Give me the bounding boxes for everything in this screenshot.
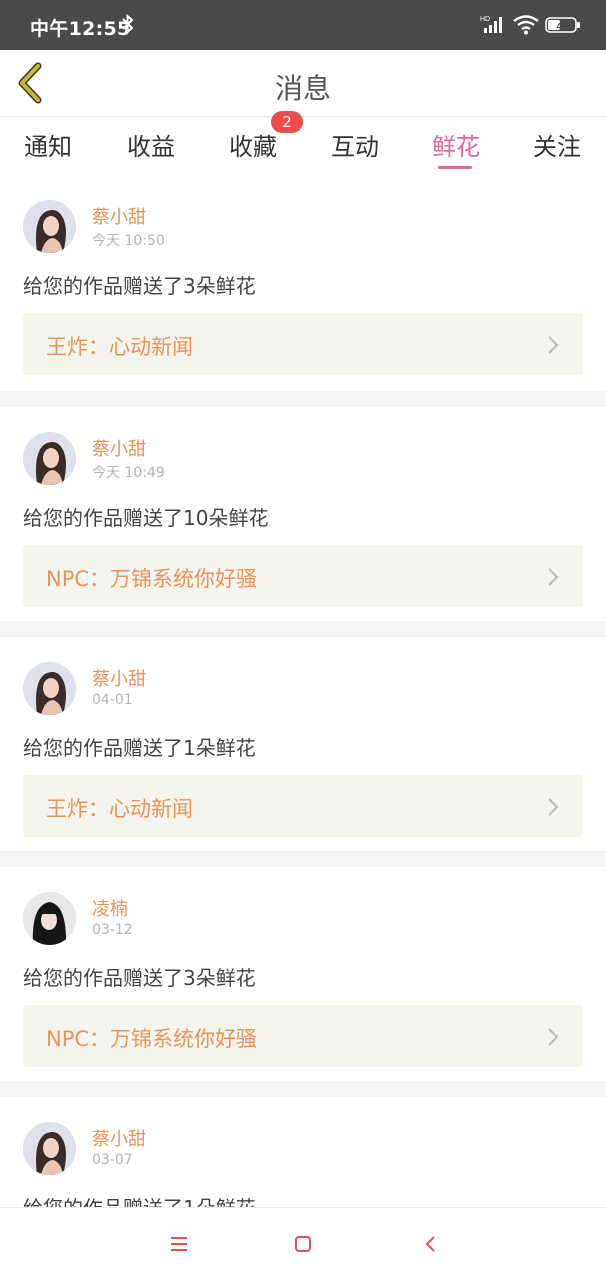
message-card: 凌楠 03-12 给您的作品赠送了3朵鲜花 NPC：万锦系统你好骚 bbox=[0, 867, 606, 1081]
work-title: NPC：万锦系统你好骚 bbox=[46, 1027, 258, 1051]
tab-favorites[interactable]: 收藏 2 bbox=[229, 111, 303, 162]
message-text: 给您的作品赠送了1朵鲜花 bbox=[23, 1192, 256, 1207]
status-time: 中午12:55 bbox=[30, 18, 131, 40]
tab-label: 通知 bbox=[24, 133, 72, 161]
sender-name[interactable]: 凌楠 bbox=[92, 895, 128, 921]
sender-name[interactable]: 蔡小甜 bbox=[92, 435, 146, 461]
message-card: 蔡小甜 今天 10:49 给您的作品赠送了10朵鲜花 NPC：万锦系统你好骚 bbox=[0, 407, 606, 621]
avatar[interactable] bbox=[23, 662, 76, 715]
hd-label: HD bbox=[480, 16, 490, 23]
work-title: 王炸：心动新闻 bbox=[46, 335, 193, 359]
message-list[interactable]: 蔡小甜 今天 10:50 给您的作品赠送了3朵鲜花 王炸：心动新闻 蔡小甜 今天… bbox=[0, 175, 606, 1207]
sender-name[interactable]: 蔡小甜 bbox=[92, 665, 146, 691]
message-card: 蔡小甜 03-07 给您的作品赠送了1朵鲜花 bbox=[0, 1097, 606, 1207]
sender-name[interactable]: 蔡小甜 bbox=[92, 203, 146, 229]
chevron-right-icon bbox=[548, 798, 559, 816]
avatar[interactable] bbox=[23, 1122, 76, 1175]
tab-label: 收益 bbox=[127, 133, 175, 161]
unread-badge: 2 bbox=[271, 111, 303, 133]
message-time: 今天 10:50 bbox=[92, 233, 165, 249]
work-link[interactable]: NPC：万锦系统你好骚 bbox=[23, 545, 583, 607]
work-title: NPC：万锦系统你好骚 bbox=[46, 567, 258, 591]
message-time: 04-01 bbox=[92, 692, 133, 708]
tab-notice[interactable]: 通知 bbox=[24, 127, 72, 162]
back-icon[interactable] bbox=[420, 1233, 442, 1255]
menu-icon[interactable] bbox=[168, 1233, 190, 1255]
tab-interaction[interactable]: 互动 bbox=[331, 127, 379, 162]
avatar[interactable] bbox=[23, 892, 76, 945]
message-time: 今天 10:49 bbox=[92, 465, 165, 481]
message-text: 给您的作品赠送了3朵鲜花 bbox=[23, 274, 256, 298]
tab-label: 互动 bbox=[331, 133, 379, 161]
chevron-right-icon bbox=[548, 568, 559, 586]
square-home-icon[interactable] bbox=[292, 1233, 314, 1255]
avatar[interactable] bbox=[23, 432, 76, 485]
tab-bar: 通知 收益 收藏 2 互动 鲜花 关注 bbox=[0, 111, 606, 175]
message-card: 蔡小甜 04-01 给您的作品赠送了1朵鲜花 王炸：心动新闻 bbox=[0, 637, 606, 851]
tab-follow[interactable]: 关注 bbox=[533, 127, 581, 162]
message-text: 给您的作品赠送了1朵鲜花 bbox=[23, 736, 256, 760]
work-link[interactable]: NPC：万锦系统你好骚 bbox=[23, 1005, 583, 1067]
active-tab-indicator bbox=[438, 166, 472, 169]
work-link[interactable]: 王炸：心动新闻 bbox=[23, 775, 583, 837]
status-bar: 中午12:55 HD 41 bbox=[0, 0, 606, 50]
message-time: 03-12 bbox=[92, 922, 133, 938]
chevron-right-icon bbox=[548, 1028, 559, 1046]
tab-label: 收藏 bbox=[229, 133, 277, 161]
tab-flowers[interactable]: 鲜花 bbox=[432, 127, 480, 169]
bluetooth-icon bbox=[122, 13, 134, 35]
message-time: 03-07 bbox=[92, 1152, 133, 1168]
tab-label: 关注 bbox=[533, 133, 581, 161]
wifi-icon bbox=[513, 15, 539, 35]
header-bar: 消息 bbox=[0, 50, 606, 117]
page-title: 消息 bbox=[274, 72, 331, 105]
chevron-right-icon bbox=[548, 336, 559, 354]
tab-label: 鲜花 bbox=[432, 133, 480, 161]
message-text: 给您的作品赠送了10朵鲜花 bbox=[23, 506, 269, 530]
message-card: 蔡小甜 今天 10:50 给您的作品赠送了3朵鲜花 王炸：心动新闻 bbox=[0, 175, 606, 391]
message-text: 给您的作品赠送了3朵鲜花 bbox=[23, 966, 256, 990]
system-nav-bar bbox=[0, 1207, 606, 1281]
sender-name[interactable]: 蔡小甜 bbox=[92, 1125, 146, 1151]
battery-icon: 41 bbox=[545, 16, 581, 38]
work-title: 王炸：心动新闻 bbox=[46, 797, 193, 821]
work-link[interactable]: 王炸：心动新闻 bbox=[23, 313, 583, 375]
avatar[interactable] bbox=[23, 200, 76, 253]
signal-icon: HD bbox=[480, 14, 506, 38]
battery-level: 41 bbox=[556, 22, 568, 33]
tab-earnings[interactable]: 收益 bbox=[127, 127, 175, 162]
